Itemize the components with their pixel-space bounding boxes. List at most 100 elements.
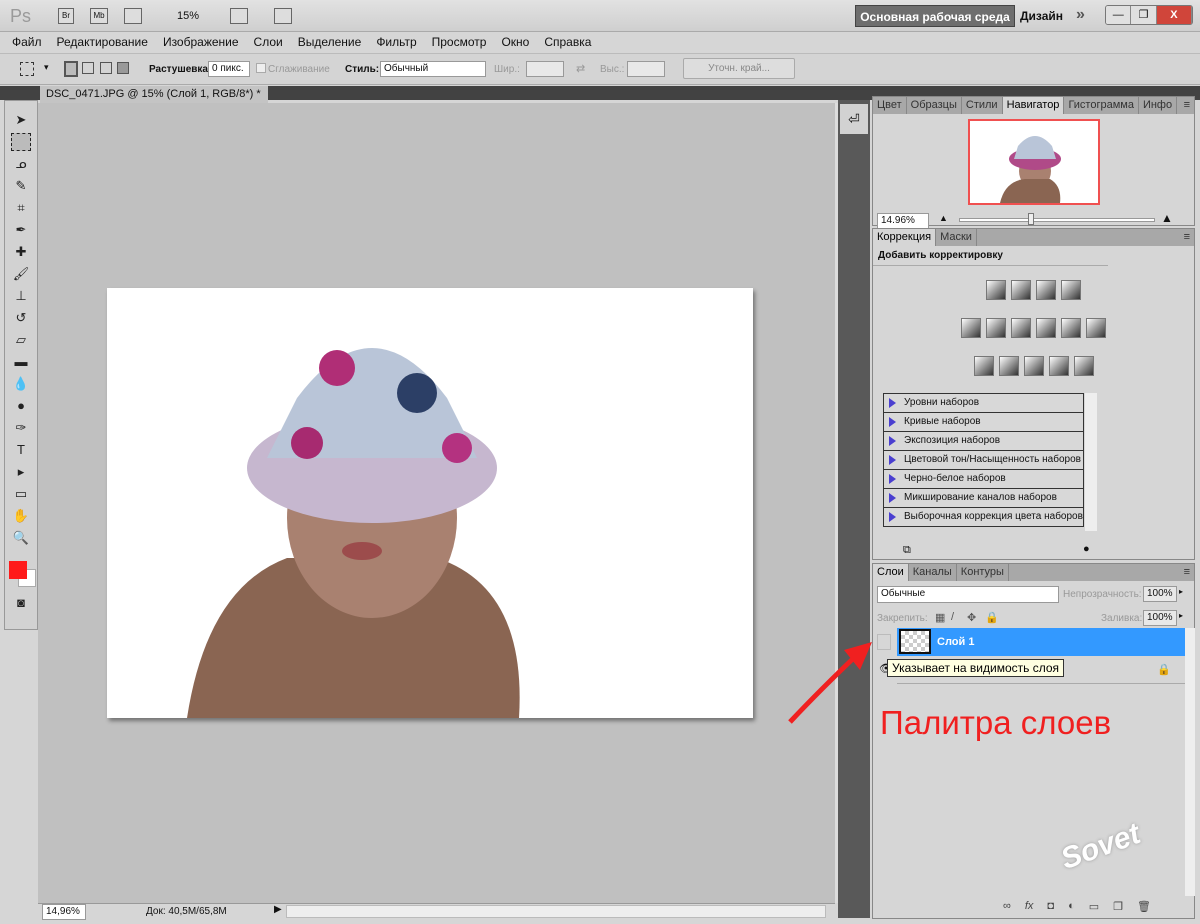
tab-navigator[interactable]: Навигатор [1002,97,1065,114]
tab-histogram[interactable]: Гистограмма [1064,97,1139,114]
color-balance-icon[interactable] [1011,318,1031,338]
clone-stamp-tool-icon[interactable]: ⊥ [11,287,31,305]
panel-menu-icon[interactable]: ≡ [1180,229,1194,246]
width-input[interactable] [526,61,564,77]
preset-curves[interactable]: Кривые наборов [883,413,1084,432]
preset-channel-mixer[interactable]: Микширование каналов наборов [883,489,1084,508]
blur-tool-icon[interactable]: 💧 [11,375,31,393]
zoom-level-dropdown[interactable]: 15% [177,10,199,22]
style-select[interactable]: Обычный [380,61,486,77]
close-button[interactable]: X [1156,6,1192,24]
opacity-field[interactable]: 100% [1143,586,1177,602]
marquee-preset-icon[interactable] [20,62,34,76]
history-panel-icon[interactable]: ⏎ [840,104,868,134]
layer-row-selected[interactable]: Слой 1 [897,628,1185,656]
preset-levels[interactable]: Уровни наборов [883,394,1084,413]
levels-icon[interactable] [1011,280,1031,300]
dodge-tool-icon[interactable]: ● [11,397,31,415]
hand-tool-icon[interactable]: ✋ [11,507,31,525]
move-tool-icon[interactable]: ➤ [11,111,31,129]
document-tab[interactable]: DSC_0471.JPG @ 15% (Слой 1, RGB/8*) * ✕ [40,86,268,117]
bridge-button[interactable]: Br [58,8,74,24]
delete-layer-icon[interactable]: 🗑 [1137,900,1151,913]
channel-mixer-icon[interactable] [1086,318,1106,338]
navigator-zoom-field[interactable]: 14.96% [877,213,929,229]
tab-styles[interactable]: Стили [962,97,1003,114]
marquee-tool-icon[interactable] [11,133,31,151]
path-selection-tool-icon[interactable]: ▸ [11,463,31,481]
lock-transparent-icon[interactable]: ▦ [935,611,945,624]
pen-tool-icon[interactable]: ✑ [11,419,31,437]
subtract-selection-icon[interactable] [100,62,112,74]
antialias-checkbox[interactable] [256,63,266,73]
tab-info[interactable]: Инфо [1139,97,1178,114]
status-menu-arrow-icon[interactable]: ▶ [274,904,282,915]
eraser-tool-icon[interactable]: ▱ [11,331,31,349]
adjustment-layer-icon[interactable]: ◐ [1068,900,1075,913]
tab-adjustments[interactable]: Коррекция [873,229,937,246]
slider-handle[interactable] [1028,213,1034,225]
workspace-essentials-button[interactable]: Основная рабочая среда [855,5,1015,27]
tab-masks[interactable]: Маски [936,229,977,246]
more-workspaces-button[interactable]: » [1076,6,1085,24]
workspace-design-button[interactable]: Дизайн [1020,9,1063,23]
minimize-button[interactable]: — [1106,6,1132,24]
posterize-icon[interactable] [998,356,1019,376]
preset-hue-saturation[interactable]: Цветовой тон/Насыщенность наборов [883,451,1084,470]
lock-position-icon[interactable]: ✥ [967,611,976,624]
tab-swatches[interactable]: Образцы [907,97,962,114]
zoom-field[interactable]: 14,96% [42,904,86,920]
new-group-icon[interactable]: ▭ [1089,900,1099,913]
crop-tool-icon[interactable]: ⌗ [11,199,31,217]
expand-view-icon[interactable]: ⧉ [903,544,911,557]
view-extras-icon[interactable] [124,8,142,24]
intersect-selection-icon[interactable] [117,62,129,74]
menu-filter[interactable]: Фильтр [376,35,416,49]
fill-arrow-icon[interactable]: ▸ [1179,611,1183,620]
opacity-arrow-icon[interactable]: ▸ [1179,587,1183,596]
tab-color[interactable]: Цвет [873,97,907,114]
clip-to-layer-icon[interactable]: ● [1083,543,1090,555]
menu-help[interactable]: Справка [544,35,591,49]
curves-icon[interactable] [1036,280,1056,300]
gradient-map-icon[interactable] [1048,356,1069,376]
foreground-color-swatch[interactable] [9,561,27,579]
vibrance-icon[interactable] [961,318,981,338]
brightness-contrast-icon[interactable] [986,280,1006,300]
tab-layers[interactable]: Слои [873,564,909,581]
menu-select[interactable]: Выделение [298,35,362,49]
lasso-tool-icon[interactable]: ᓄ [11,155,31,173]
zoom-tool-icon[interactable]: 🔍 [11,529,31,547]
quick-selection-tool-icon[interactable]: ✎ [11,177,31,195]
menu-view[interactable]: Просмотр [432,35,487,49]
healing-brush-tool-icon[interactable]: ✚ [11,243,31,261]
screen-mode-icon[interactable] [274,8,292,24]
presets-scrollbar[interactable] [1085,393,1097,531]
menu-file[interactable]: Файл [12,35,42,49]
lock-pixels-icon[interactable]: / [951,611,954,623]
photo-filter-icon[interactable] [1061,318,1081,338]
layers-scrollbar[interactable] [1185,628,1195,896]
refine-edge-button[interactable]: Уточн. край... [683,58,795,79]
gradient-tool-icon[interactable]: ▬ [11,353,31,371]
preset-selective-color[interactable]: Выборочная коррекция цвета наборов [883,508,1084,527]
swap-icon[interactable]: ⇄ [576,62,585,75]
lock-all-icon[interactable]: 🔒 [985,611,999,624]
menu-edit[interactable]: Редактирование [57,35,148,49]
history-brush-tool-icon[interactable]: ↺ [11,309,31,327]
height-input[interactable] [627,61,665,77]
chevron-down-icon[interactable]: ▾ [44,62,49,73]
document-canvas[interactable] [107,288,753,718]
quick-mask-icon[interactable]: ◙ [11,594,31,612]
tab-paths[interactable]: Контуры [957,564,1009,581]
type-tool-icon[interactable]: T [11,441,31,459]
restore-button[interactable]: ❐ [1131,6,1157,24]
mini-bridge-button[interactable]: Mb [90,8,108,24]
arrange-documents-icon[interactable] [230,8,248,24]
navigator-preview[interactable] [968,119,1100,205]
zoom-in-icon[interactable]: ▲ [1161,211,1173,225]
preset-black-white[interactable]: Черно-белое наборов [883,470,1084,489]
add-selection-icon[interactable] [82,62,94,74]
invert-icon[interactable] [973,356,994,376]
feather-input[interactable]: 0 пикс. [208,61,250,77]
